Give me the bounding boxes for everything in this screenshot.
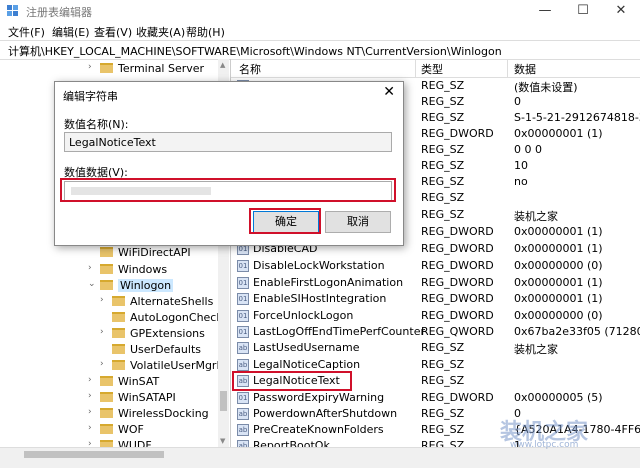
- values-list-header: 名称 类型 数据: [231, 59, 640, 78]
- folder-icon: [100, 440, 113, 447]
- highlight-value-data: [60, 178, 396, 202]
- table-row[interactable]: 01 PasswordExpiryWarning REG_DWORD 0x000000…: [231, 390, 640, 406]
- expand-arrow-icon[interactable]: ›: [88, 263, 98, 273]
- expand-arrow-icon[interactable]: ›: [88, 407, 98, 417]
- expand-arrow-icon[interactable]: ›: [88, 62, 98, 72]
- expand-arrow-icon[interactable]: ›: [100, 295, 110, 305]
- folder-icon: [112, 360, 125, 370]
- expand-arrow-icon[interactable]: ›: [100, 327, 110, 337]
- menu-file[interactable]: 文件(F): [8, 24, 45, 40]
- column-divider[interactable]: [415, 59, 416, 77]
- string-value-icon: ab: [237, 440, 249, 447]
- table-row[interactable]: 01 ForceUnlockLogon REG_DWORD 0x00000000 (0…: [231, 308, 640, 324]
- folder-icon: [112, 328, 125, 338]
- collapse-arrow-icon[interactable]: ⌄: [88, 279, 98, 289]
- highlight-legalnoticetext: [232, 371, 352, 391]
- address-bar[interactable]: 计算机\HKEY_LOCAL_MACHINE\SOFTWARE\Microsof…: [0, 40, 640, 60]
- tree-node-label: AlternateShells: [130, 295, 214, 308]
- tree-node-label: AutoLogonChecked: [130, 311, 218, 324]
- expand-arrow-icon[interactable]: ›: [88, 439, 98, 447]
- tree-node-label: WiFiDirectAPI: [118, 246, 191, 259]
- string-value-icon: ab: [237, 408, 249, 420]
- menu-bar: 文件(F) 编辑(E) 查看(V) 收藏夹(A) 帮助(H): [0, 22, 640, 40]
- expand-arrow-icon[interactable]: ›: [100, 359, 110, 369]
- value-name-label: 数值名称(N):: [64, 118, 129, 131]
- folder-icon: [100, 376, 113, 386]
- watermark-url: www.lotpc.com: [510, 440, 579, 450]
- table-row[interactable]: 01 EnableFirstLogonAnimation REG_DWORD 0x00…: [231, 275, 640, 291]
- tree-node-label: WinSATAPI: [118, 391, 176, 404]
- table-row[interactable]: 01 EnableSIHostIntegration REG_DWORD 0x0000…: [231, 291, 640, 307]
- window-title: 注册表编辑器: [26, 6, 92, 19]
- binary-value-icon: 01: [237, 260, 249, 272]
- binary-value-icon: 01: [237, 293, 249, 305]
- menu-view[interactable]: 查看(V): [94, 24, 132, 40]
- table-row[interactable]: 01 DisableLockWorkstation REG_DWORD 0x00000…: [231, 258, 640, 274]
- table-row[interactable]: ab LastUsedUsername REG_SZ 装机之家: [231, 340, 640, 356]
- string-value-icon: ab: [237, 424, 249, 436]
- tree-node-label: Windows: [118, 263, 168, 276]
- folder-open-icon: [100, 280, 113, 290]
- folder-icon: [112, 312, 125, 322]
- column-divider[interactable]: [507, 59, 508, 77]
- dialog-close-icon[interactable]: ✕: [383, 84, 395, 100]
- tree-node-label: Terminal Server: [118, 62, 205, 75]
- watermark-logo: 装机之家 www.lotpc.com: [470, 412, 640, 460]
- column-type[interactable]: 类型: [421, 61, 443, 77]
- scrollbar-thumb[interactable]: [220, 391, 227, 411]
- binary-value-icon: 01: [237, 310, 249, 322]
- tree-node-label: WirelessDocking: [118, 407, 209, 420]
- tree-node-label: UserDefaults: [130, 343, 201, 356]
- column-data[interactable]: 数据: [514, 61, 536, 77]
- folder-icon: [100, 408, 113, 418]
- string-value-icon: ab: [237, 342, 249, 354]
- string-value-icon: ab: [237, 359, 249, 371]
- folder-icon: [100, 424, 113, 434]
- cancel-button[interactable]: 取消: [325, 211, 391, 233]
- expand-arrow-icon[interactable]: ›: [88, 423, 98, 433]
- tree-node-label: WOF: [118, 423, 144, 436]
- tree-node-label: WUDF: [118, 439, 152, 447]
- folder-icon: [100, 392, 113, 402]
- expand-arrow-icon[interactable]: ›: [88, 391, 98, 401]
- folder-icon: [100, 247, 113, 257]
- edit-string-dialog: 编辑字符串 ✕ 数值名称(N): LegalNoticeText 数值数据(V)…: [54, 81, 404, 246]
- menu-help[interactable]: 帮助(H): [186, 24, 225, 40]
- binary-value-icon: 01: [237, 326, 249, 338]
- address-path[interactable]: 计算机\HKEY_LOCAL_MACHINE\SOFTWARE\Microsof…: [8, 43, 502, 59]
- menu-favorites[interactable]: 收藏夹(A): [136, 24, 185, 40]
- dialog-title: 编辑字符串: [63, 90, 118, 103]
- value-name-text: LegalNoticeText: [69, 136, 156, 149]
- value-name-field: LegalNoticeText: [64, 132, 392, 152]
- folder-icon: [100, 63, 113, 73]
- binary-value-icon: 01: [237, 277, 249, 289]
- title-bar: 注册表编辑器 — ☐ ✕: [0, 0, 640, 22]
- folder-icon: [100, 264, 113, 274]
- tree-node-label: GPExtensions: [130, 327, 205, 340]
- maximize-button[interactable]: ☐: [564, 0, 602, 22]
- expand-arrow-icon[interactable]: ›: [88, 375, 98, 385]
- registry-app-icon: [7, 5, 18, 16]
- folder-icon: [112, 344, 125, 354]
- tree-node-label: VolatileUserMgrKey: [130, 359, 218, 372]
- scroll-down-icon[interactable]: ▼: [220, 437, 225, 445]
- highlight-ok-button: [249, 208, 321, 234]
- tree-node-label: WinSAT: [118, 375, 160, 388]
- minimize-button[interactable]: —: [526, 0, 564, 22]
- scroll-up-icon[interactable]: ▲: [220, 61, 225, 69]
- binary-value-icon: 01: [237, 392, 249, 404]
- menu-edit[interactable]: 编辑(E): [52, 24, 90, 40]
- status-bar: [0, 460, 640, 468]
- tree-node-label: Winlogon: [118, 279, 174, 292]
- table-row[interactable]: 01 LastLogOffEndTimePerfCounter REG_QWORD 0…: [231, 324, 640, 340]
- column-name[interactable]: 名称: [239, 61, 261, 77]
- close-button[interactable]: ✕: [602, 0, 640, 22]
- scrollbar-thumb[interactable]: [24, 451, 164, 458]
- folder-icon: [112, 296, 125, 306]
